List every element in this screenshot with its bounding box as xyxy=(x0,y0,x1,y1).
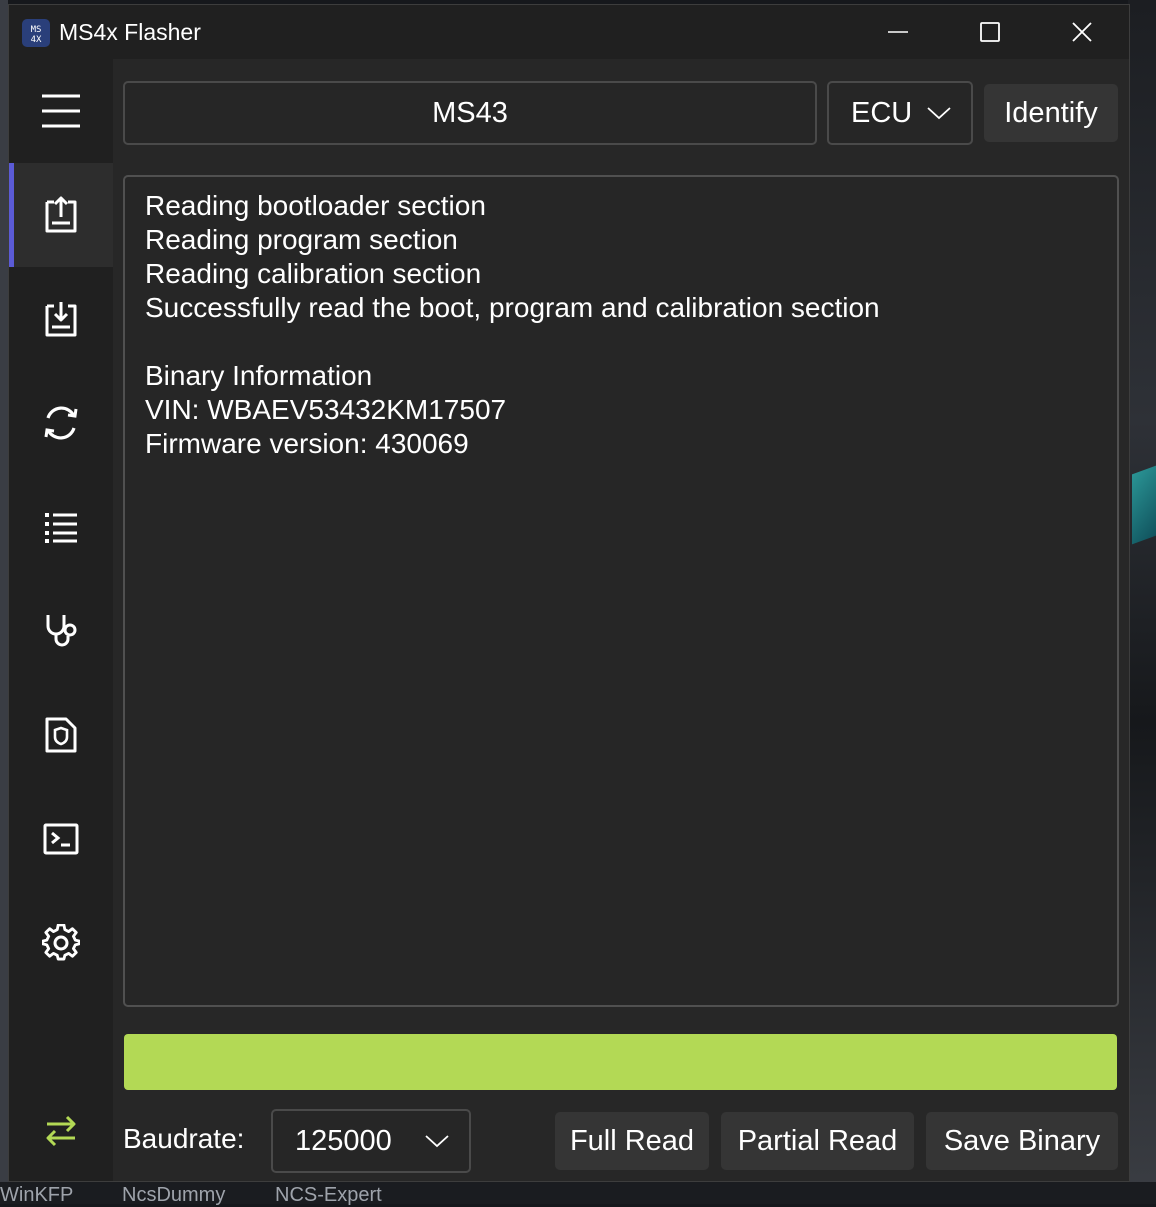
log-line: VIN: WBAEV53432KM17507 xyxy=(145,394,507,425)
full-read-button[interactable]: Full Read xyxy=(555,1112,709,1170)
log-line: Reading calibration section xyxy=(145,258,482,289)
ecu-type-select[interactable]: ECU xyxy=(827,81,973,145)
identify-button[interactable]: Identify xyxy=(984,84,1118,142)
close-icon xyxy=(1072,22,1092,42)
list-icon xyxy=(45,513,77,543)
terminal-icon xyxy=(43,823,79,855)
minimize-button[interactable] xyxy=(852,5,944,59)
refresh-icon xyxy=(44,406,78,440)
chevron-down-icon xyxy=(425,1135,449,1148)
baudrate-value: 125000 xyxy=(295,1124,392,1157)
app-icon-text-bottom: 4X xyxy=(30,35,42,45)
save-binary-button[interactable]: Save Binary xyxy=(926,1112,1118,1170)
document-shield-icon xyxy=(45,717,77,753)
desktop-taskbar-strip: WinKFP NcsDummy NCS-Expert xyxy=(0,1182,1156,1206)
sidebar-item-console[interactable] xyxy=(9,787,113,891)
baudrate-label: Baudrate: xyxy=(123,1123,245,1154)
progress-bar xyxy=(124,1034,1117,1090)
baudrate-select[interactable]: 125000 xyxy=(271,1109,471,1173)
sidebar xyxy=(9,59,113,1181)
sidebar-item-connection[interactable] xyxy=(9,1079,113,1183)
sidebar-item-diagnostics[interactable] xyxy=(9,579,113,683)
main-content: MS43 ECU Identify Reading bootloader sec… xyxy=(113,59,1129,1181)
log-line: Binary Information xyxy=(145,360,373,391)
app-icon: MS 4X xyxy=(22,19,50,47)
log-line: Reading program section xyxy=(145,224,458,255)
partial-read-button[interactable]: Partial Read xyxy=(721,1112,914,1170)
title-bar[interactable]: MS 4X MS4x Flasher xyxy=(9,5,1129,59)
ecu-name-field[interactable]: MS43 xyxy=(123,81,817,145)
maximize-button[interactable] xyxy=(944,5,1036,59)
desktop-background-right xyxy=(1128,0,1156,1204)
app-window: MS 4X MS4x Flasher MS43 ECU Identify Rea… xyxy=(8,4,1130,1182)
chevron-down-icon xyxy=(927,107,951,120)
desktop-background-left xyxy=(0,0,8,1204)
ecu-type-value: ECU xyxy=(851,96,913,129)
log-line: Successfully read the boot, program and … xyxy=(145,292,880,323)
close-button[interactable] xyxy=(1036,5,1128,59)
upload-icon xyxy=(45,196,77,233)
app-icon-text-top: MS xyxy=(30,25,42,35)
menu-icon xyxy=(42,94,80,128)
log-line: Reading bootloader section xyxy=(145,190,486,221)
sidebar-item-settings[interactable] xyxy=(9,891,113,995)
menu-button[interactable] xyxy=(9,59,113,163)
sidebar-item-update[interactable] xyxy=(9,371,113,475)
maximize-icon xyxy=(980,22,1000,42)
sidebar-item-read[interactable] xyxy=(9,163,113,267)
sidebar-item-checksum[interactable] xyxy=(9,683,113,787)
log-line: Firmware version: 430069 xyxy=(145,428,469,459)
sidebar-item-list[interactable] xyxy=(9,475,113,579)
settings-icon xyxy=(42,924,80,961)
minimize-icon xyxy=(888,31,908,33)
sidebar-item-write[interactable] xyxy=(9,267,113,371)
download-icon xyxy=(45,302,77,337)
swap-arrows-icon xyxy=(46,1115,76,1147)
window-title: MS4x Flasher xyxy=(59,19,201,45)
stethoscope-icon xyxy=(46,615,77,647)
progress-fill xyxy=(124,1034,1117,1090)
log-output[interactable]: Reading bootloader section Reading progr… xyxy=(123,175,1119,1007)
